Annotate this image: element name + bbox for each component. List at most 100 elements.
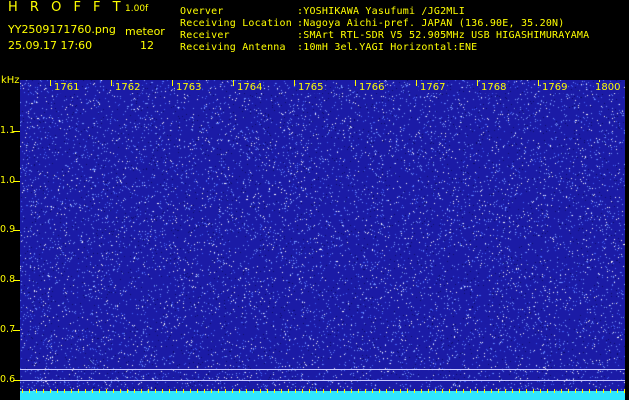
bottom-tick-mark xyxy=(421,389,422,393)
filename-label: YY2509171760.png xyxy=(8,23,116,36)
y-axis-unit: kHz xyxy=(1,75,20,86)
bottom-tick-mark xyxy=(288,389,289,393)
bottom-tick-mark xyxy=(309,389,310,393)
info-value-antenna: :10mH 3el.YAGI Horizontal:ENE xyxy=(297,42,478,53)
bottom-tick-mark xyxy=(99,389,100,393)
info-value-observer: :YOSHIKAWA Yasufumi /JG2MLI xyxy=(297,6,465,17)
meteor-count: 12 xyxy=(140,39,154,52)
bottom-tick-mark xyxy=(379,389,380,393)
bottom-tick-mark xyxy=(218,389,219,393)
time-tick-mark xyxy=(477,80,478,86)
bottom-tick-mark xyxy=(365,389,366,393)
baseline-line-2 xyxy=(20,380,625,381)
meteor-label: meteor xyxy=(125,25,165,38)
bottom-tick-mark xyxy=(92,389,93,393)
bottom-tick-mark xyxy=(148,389,149,393)
bottom-tick-mark xyxy=(386,389,387,393)
header-panel: H R O F F T 1.00f YY2509171760.png meteo… xyxy=(0,0,629,75)
bottom-tick-mark xyxy=(43,389,44,393)
info-label-location: Receiving Location xyxy=(180,18,292,29)
bottom-tick-mark xyxy=(253,389,254,393)
time-label: 1766 xyxy=(358,82,386,93)
info-label-observer: Overver xyxy=(180,6,224,17)
bottom-tick-mark xyxy=(267,389,268,393)
time-tick-mark xyxy=(355,80,356,86)
y-tick-mark xyxy=(13,330,20,331)
baseline-line-1 xyxy=(20,369,625,370)
version-label: 1.00f xyxy=(125,4,149,14)
bottom-tick-mark xyxy=(344,389,345,393)
bottom-tick-mark xyxy=(372,389,373,393)
datetime-label: 25.09.17 17:60 xyxy=(8,39,93,52)
y-tick-mark xyxy=(13,181,20,182)
bottom-tick-mark xyxy=(589,389,590,393)
bottom-tick-mark xyxy=(134,389,135,393)
bottom-tick-mark xyxy=(526,389,527,393)
bottom-tick-mark xyxy=(197,389,198,393)
bottom-tick-mark xyxy=(113,389,114,393)
bottom-tick-mark xyxy=(141,389,142,393)
bottom-tick-mark xyxy=(260,389,261,393)
bottom-tick-mark xyxy=(85,389,86,393)
time-label: 1763 xyxy=(175,82,203,93)
bottom-tick-mark xyxy=(498,389,499,393)
time-label: 1768 xyxy=(480,82,508,93)
bottom-tick-mark xyxy=(169,389,170,393)
bottom-tick-mark xyxy=(610,389,611,393)
bottom-tick-mark xyxy=(204,389,205,393)
bottom-tick-mark xyxy=(449,389,450,393)
time-tick-mark xyxy=(416,80,417,86)
bottom-tick-mark xyxy=(533,389,534,393)
time-tick-mark xyxy=(50,80,51,86)
app-title: H R O F F T xyxy=(8,0,125,15)
bottom-tick-mark xyxy=(428,389,429,393)
time-tick-mark xyxy=(111,80,112,86)
bottom-tick-mark xyxy=(71,389,72,393)
bottom-tick-mark xyxy=(183,389,184,393)
info-value-location: :Nagoya Aichi-pref. JAPAN (136.90E, 35.2… xyxy=(297,18,565,29)
bottom-tick-mark xyxy=(155,389,156,393)
bottom-tick-mark xyxy=(281,389,282,393)
bottom-tick-mark xyxy=(106,389,107,393)
bottom-tick-mark xyxy=(29,389,30,393)
bottom-tick-mark xyxy=(617,389,618,393)
time-label: 1764 xyxy=(236,82,264,93)
time-label: 1800 xyxy=(594,82,622,93)
bottom-tick-mark xyxy=(491,389,492,393)
time-tick-mark xyxy=(172,80,173,86)
bottom-tick-mark xyxy=(512,389,513,393)
time-label: 1769 xyxy=(541,82,569,93)
bottom-tick-mark xyxy=(393,389,394,393)
bottom-tick-mark xyxy=(568,389,569,393)
bottom-tick-mark xyxy=(603,389,604,393)
bottom-tick-mark xyxy=(211,389,212,393)
bottom-tick-mark xyxy=(323,389,324,393)
bottom-tick-mark xyxy=(337,389,338,393)
info-value-receiver: :SMArt RTL-SDR V5 52.905MHz USB HIGASHIM… xyxy=(297,30,590,41)
time-tick-mark xyxy=(294,80,295,86)
y-tick-mark xyxy=(13,280,20,281)
bottom-tick-mark xyxy=(554,389,555,393)
bottom-tick-mark xyxy=(582,389,583,393)
bottom-tick-mark xyxy=(358,389,359,393)
bottom-tick-mark xyxy=(330,389,331,393)
bottom-tick-mark xyxy=(540,389,541,393)
info-label-antenna: Receiving Antenna xyxy=(180,42,286,53)
time-tick-mark xyxy=(233,80,234,86)
bottom-tick-mark xyxy=(295,389,296,393)
bottom-tick-mark xyxy=(351,389,352,393)
bottom-tick-mark xyxy=(624,389,625,393)
bottom-tick-mark xyxy=(547,389,548,393)
bottom-tick-mark xyxy=(442,389,443,393)
bottom-tick-mark xyxy=(36,389,37,393)
bottom-tick-mark xyxy=(22,389,23,393)
bottom-tick-mark xyxy=(57,389,58,393)
spectrogram-area[interactable] xyxy=(20,80,625,391)
bottom-tick-mark xyxy=(407,389,408,393)
bottom-tick-mark xyxy=(316,389,317,393)
y-axis: kHz 1.1 1.0 0.9 0.8 0.7 0.6 xyxy=(0,75,20,400)
bottom-tick-mark xyxy=(302,389,303,393)
bottom-tick-mark xyxy=(162,389,163,393)
time-label: 1765 xyxy=(297,82,325,93)
bottom-tick-mark xyxy=(64,389,65,393)
